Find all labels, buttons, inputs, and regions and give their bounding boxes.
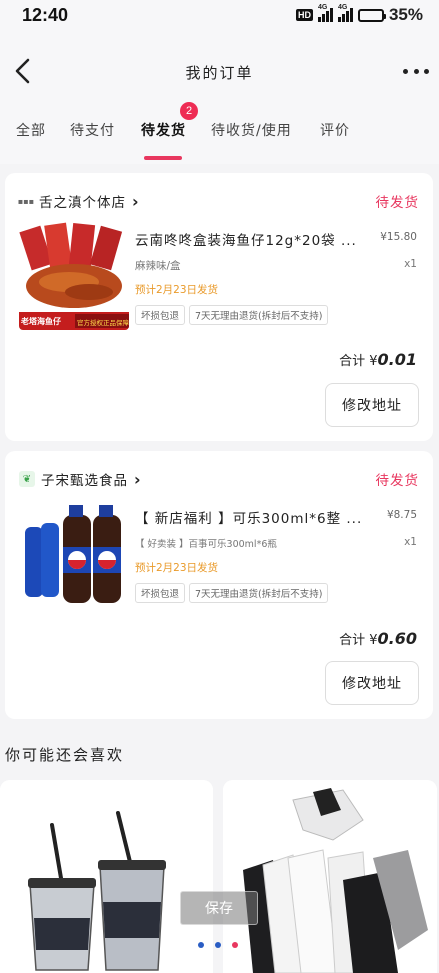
signal-icon-2: 4G xyxy=(337,4,353,22)
battery-icon xyxy=(357,8,386,22)
product-title[interactable]: 【 新店福利 】可乐300ml*6整 ... xyxy=(135,507,375,527)
chevron-right-icon: › xyxy=(134,469,141,489)
product-image[interactable]: 老塔海鱼仔 官方授权正品保障 xyxy=(19,220,129,330)
product-quantity: x1 xyxy=(404,536,417,548)
nav-bar: 我的订单 xyxy=(0,30,439,114)
service-tag: 7天无理由退货(拆封后不支持) xyxy=(189,305,329,325)
more-options-icon[interactable] xyxy=(403,62,429,80)
status-icons: HD 4G 4G 35% xyxy=(295,4,423,25)
order-status: 待发货 xyxy=(375,473,419,489)
store-link[interactable]: ▪▪▪ 舌之滇个体店 › xyxy=(17,191,139,212)
order-total-value: 0.01 xyxy=(377,350,417,369)
product-price: ¥8.75 xyxy=(386,509,417,521)
hd-icon: HD xyxy=(295,9,313,21)
store-link[interactable]: ❦ 子宋甄选食品 › xyxy=(19,469,141,489)
order-status: 待发货 xyxy=(375,195,419,211)
store-name: 舌之滇个体店 xyxy=(39,195,126,211)
ship-estimate: 预计2月23日发货 xyxy=(135,284,219,296)
page-title: 我的订单 xyxy=(185,64,254,82)
tab-pending-payment[interactable]: 待支付 xyxy=(70,120,115,140)
socks-image xyxy=(223,780,437,973)
store-name: 子宋甄选食品 xyxy=(41,473,128,489)
product-spec: 【 好卖装 】百事可乐300ml*6瓶 xyxy=(135,539,277,550)
order-card[interactable]: ❦ 子宋甄选食品 › 待发货 【 新店福利 】可乐300ml*6整 ... ¥8… xyxy=(5,451,433,719)
tab-active-indicator xyxy=(144,156,182,160)
recommend-item[interactable] xyxy=(0,780,213,973)
tab-review[interactable]: 评价 xyxy=(320,120,350,140)
change-address-button[interactable]: 修改地址 xyxy=(325,661,419,705)
chevron-right-icon: › xyxy=(132,191,139,211)
product-price: ¥15.80 xyxy=(380,231,417,243)
change-address-button[interactable]: 修改地址 xyxy=(325,383,419,427)
order-card[interactable]: ▪▪▪ 舌之滇个体店 › 待发货 老塔海鱼仔 官方授权正品保障 云南咚咚盒装海鱼… xyxy=(5,173,433,441)
order-total: 合计 ¥0.01 xyxy=(339,350,417,369)
order-total: 合计 ¥0.60 xyxy=(339,629,417,648)
product-title[interactable]: 云南咚咚盒装海鱼仔12g*20袋 ... xyxy=(135,229,375,249)
store-logo-icon: ▪▪▪ xyxy=(17,196,35,206)
recommend-title: 你可能还会喜欢 xyxy=(5,746,125,764)
product-spec: 麻辣味/盒 xyxy=(135,260,181,272)
product-image[interactable] xyxy=(19,497,129,607)
tab-pending-shipment[interactable]: 待发货 xyxy=(141,120,186,140)
store-logo-icon: ❦ xyxy=(19,471,35,487)
tab-pending-receipt[interactable]: 待收货/使用 xyxy=(211,120,292,140)
image-caption: 官方授权正品保障 xyxy=(77,319,129,327)
order-total-value: 0.60 xyxy=(377,629,417,648)
pager-dots xyxy=(198,942,238,948)
status-bar: 12:40 HD 4G 4G 35% xyxy=(0,0,439,30)
tumbler-image xyxy=(0,780,213,973)
tab-all[interactable]: 全部 xyxy=(16,120,46,140)
service-tag: 7天无理由退货(拆封后不支持) xyxy=(189,583,329,603)
service-tag: 坏损包退 xyxy=(135,305,186,325)
ship-estimate: 预计2月23日发货 xyxy=(135,562,219,574)
service-tags: 坏损包退 7天无理由退货(拆封后不支持) xyxy=(135,305,329,325)
recommend-item[interactable] xyxy=(223,780,437,973)
save-button[interactable]: 保存 xyxy=(180,891,258,925)
product-quantity: x1 xyxy=(404,258,417,270)
image-caption: 老塔海鱼仔 xyxy=(21,317,61,326)
service-tags: 坏损包退 7天无理由退货(拆封后不支持) xyxy=(135,583,329,603)
tab-badge: 2 xyxy=(180,102,198,120)
order-tabs: 全部 待支付 待发货 2 待收货/使用 评价 xyxy=(0,102,439,164)
status-time: 12:40 xyxy=(22,4,69,25)
signal-icon: 4G xyxy=(317,4,333,22)
service-tag: 坏损包退 xyxy=(135,583,186,603)
battery-percent: 35% xyxy=(388,5,423,24)
